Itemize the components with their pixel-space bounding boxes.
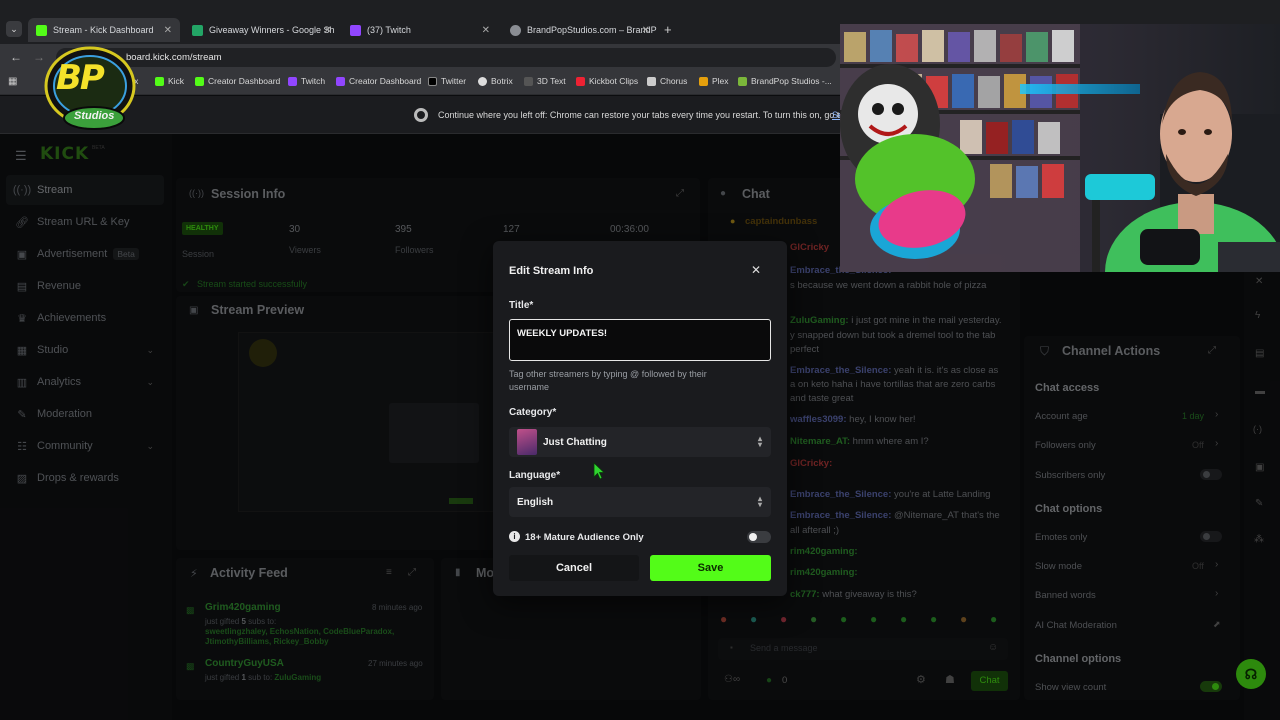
tab-twitch[interactable]: (37) Twitch ✕ xyxy=(342,18,498,42)
language-select[interactable]: English ▴ ▾ xyxy=(509,487,771,517)
bookmark-chorus[interactable]: Chorus xyxy=(647,76,687,86)
bookmark-brandpop[interactable]: BrandPop Studios -... xyxy=(738,76,832,86)
category-value: Just Chatting xyxy=(543,436,607,448)
bookmark-twitter[interactable]: Twitter xyxy=(428,76,466,86)
tab-kick-dashboard[interactable]: Stream - Kick Dashboard ✕ xyxy=(28,18,180,42)
mature-toggle[interactable] xyxy=(747,531,771,543)
select-arrows-icon: ▴ ▾ xyxy=(757,434,762,449)
kick-favicon-icon xyxy=(36,24,47,36)
back-icon[interactable]: ← xyxy=(10,50,22,64)
edit-stream-info-modal: Edit Stream Info ✕ Title* WEEKLY UPDATES… xyxy=(493,241,787,596)
new-tab-button[interactable]: + xyxy=(664,22,672,37)
mouse-cursor-icon xyxy=(593,462,605,480)
bookmark-twitch[interactable]: Twitch xyxy=(288,76,325,86)
close-tab-icon[interactable]: ✕ xyxy=(482,25,490,36)
close-tab-icon[interactable]: ✕ xyxy=(164,25,172,36)
webcam-shelves-image xyxy=(840,24,1280,272)
language-value: English xyxy=(517,496,554,508)
cancel-button[interactable]: Cancel xyxy=(509,555,639,581)
just-chatting-thumbnail xyxy=(517,429,537,455)
info-icon: i xyxy=(509,531,520,542)
bookmark-creator-dashboard-2[interactable]: Creator Dashboard xyxy=(336,76,421,86)
category-label: Category* xyxy=(509,407,557,418)
save-button[interactable]: Save xyxy=(650,555,771,581)
tab-giveaway-sheet[interactable]: Giveaway Winners - Google Sh ✕ xyxy=(184,18,340,42)
title-input[interactable]: WEEKLY UPDATES! xyxy=(509,319,771,361)
logo-studios-text: Studios xyxy=(74,110,115,122)
globe-favicon-icon xyxy=(510,24,521,36)
close-tab-icon[interactable]: ✕ xyxy=(324,25,332,36)
tag-help-text: Tag other streamers by typing @ followed… xyxy=(509,369,707,392)
bookmark-kick[interactable]: Kick xyxy=(155,76,184,86)
apps-grid-icon[interactable]: ▦ xyxy=(8,76,17,87)
close-tab-icon[interactable]: ✕ xyxy=(642,25,650,36)
chrome-icon xyxy=(414,108,428,122)
twitch-favicon-icon xyxy=(350,24,361,36)
bookmark-plex[interactable]: Plex xyxy=(699,76,729,86)
category-select[interactable]: Just Chatting ▴ ▾ xyxy=(509,427,771,457)
modal-title: Edit Stream Info xyxy=(509,265,594,277)
title-input-value: WEEKLY UPDATES! xyxy=(517,328,608,339)
url-field[interactable]: board.kick.com/stream xyxy=(56,48,836,67)
mature-label: 18+ Mature Audience Only xyxy=(525,532,644,543)
bookmark-kickbot-clips[interactable]: Kickbot Clips xyxy=(576,76,638,86)
sheets-favicon-icon xyxy=(192,24,203,36)
logo-bp-text: BP xyxy=(56,58,105,98)
close-icon[interactable]: ✕ xyxy=(751,263,761,277)
bookmark-botrix[interactable]: Botrix xyxy=(478,76,513,86)
webcam-overlay xyxy=(840,24,1280,272)
title-label: Title* xyxy=(509,300,534,311)
tab-brandpop[interactable]: BrandPopStudios.com – BrandP ✕ xyxy=(502,18,658,42)
bookmark-3d-text[interactable]: 3D Text xyxy=(524,76,566,86)
select-arrows-icon: ▴ ▾ xyxy=(757,494,762,509)
language-label: Language* xyxy=(509,470,561,481)
tab-search-button[interactable]: ⌄ xyxy=(6,21,22,37)
brandpop-logo: BP Studios xyxy=(42,44,138,132)
bookmark-creator-dashboard[interactable]: Creator Dashboard xyxy=(195,76,280,86)
